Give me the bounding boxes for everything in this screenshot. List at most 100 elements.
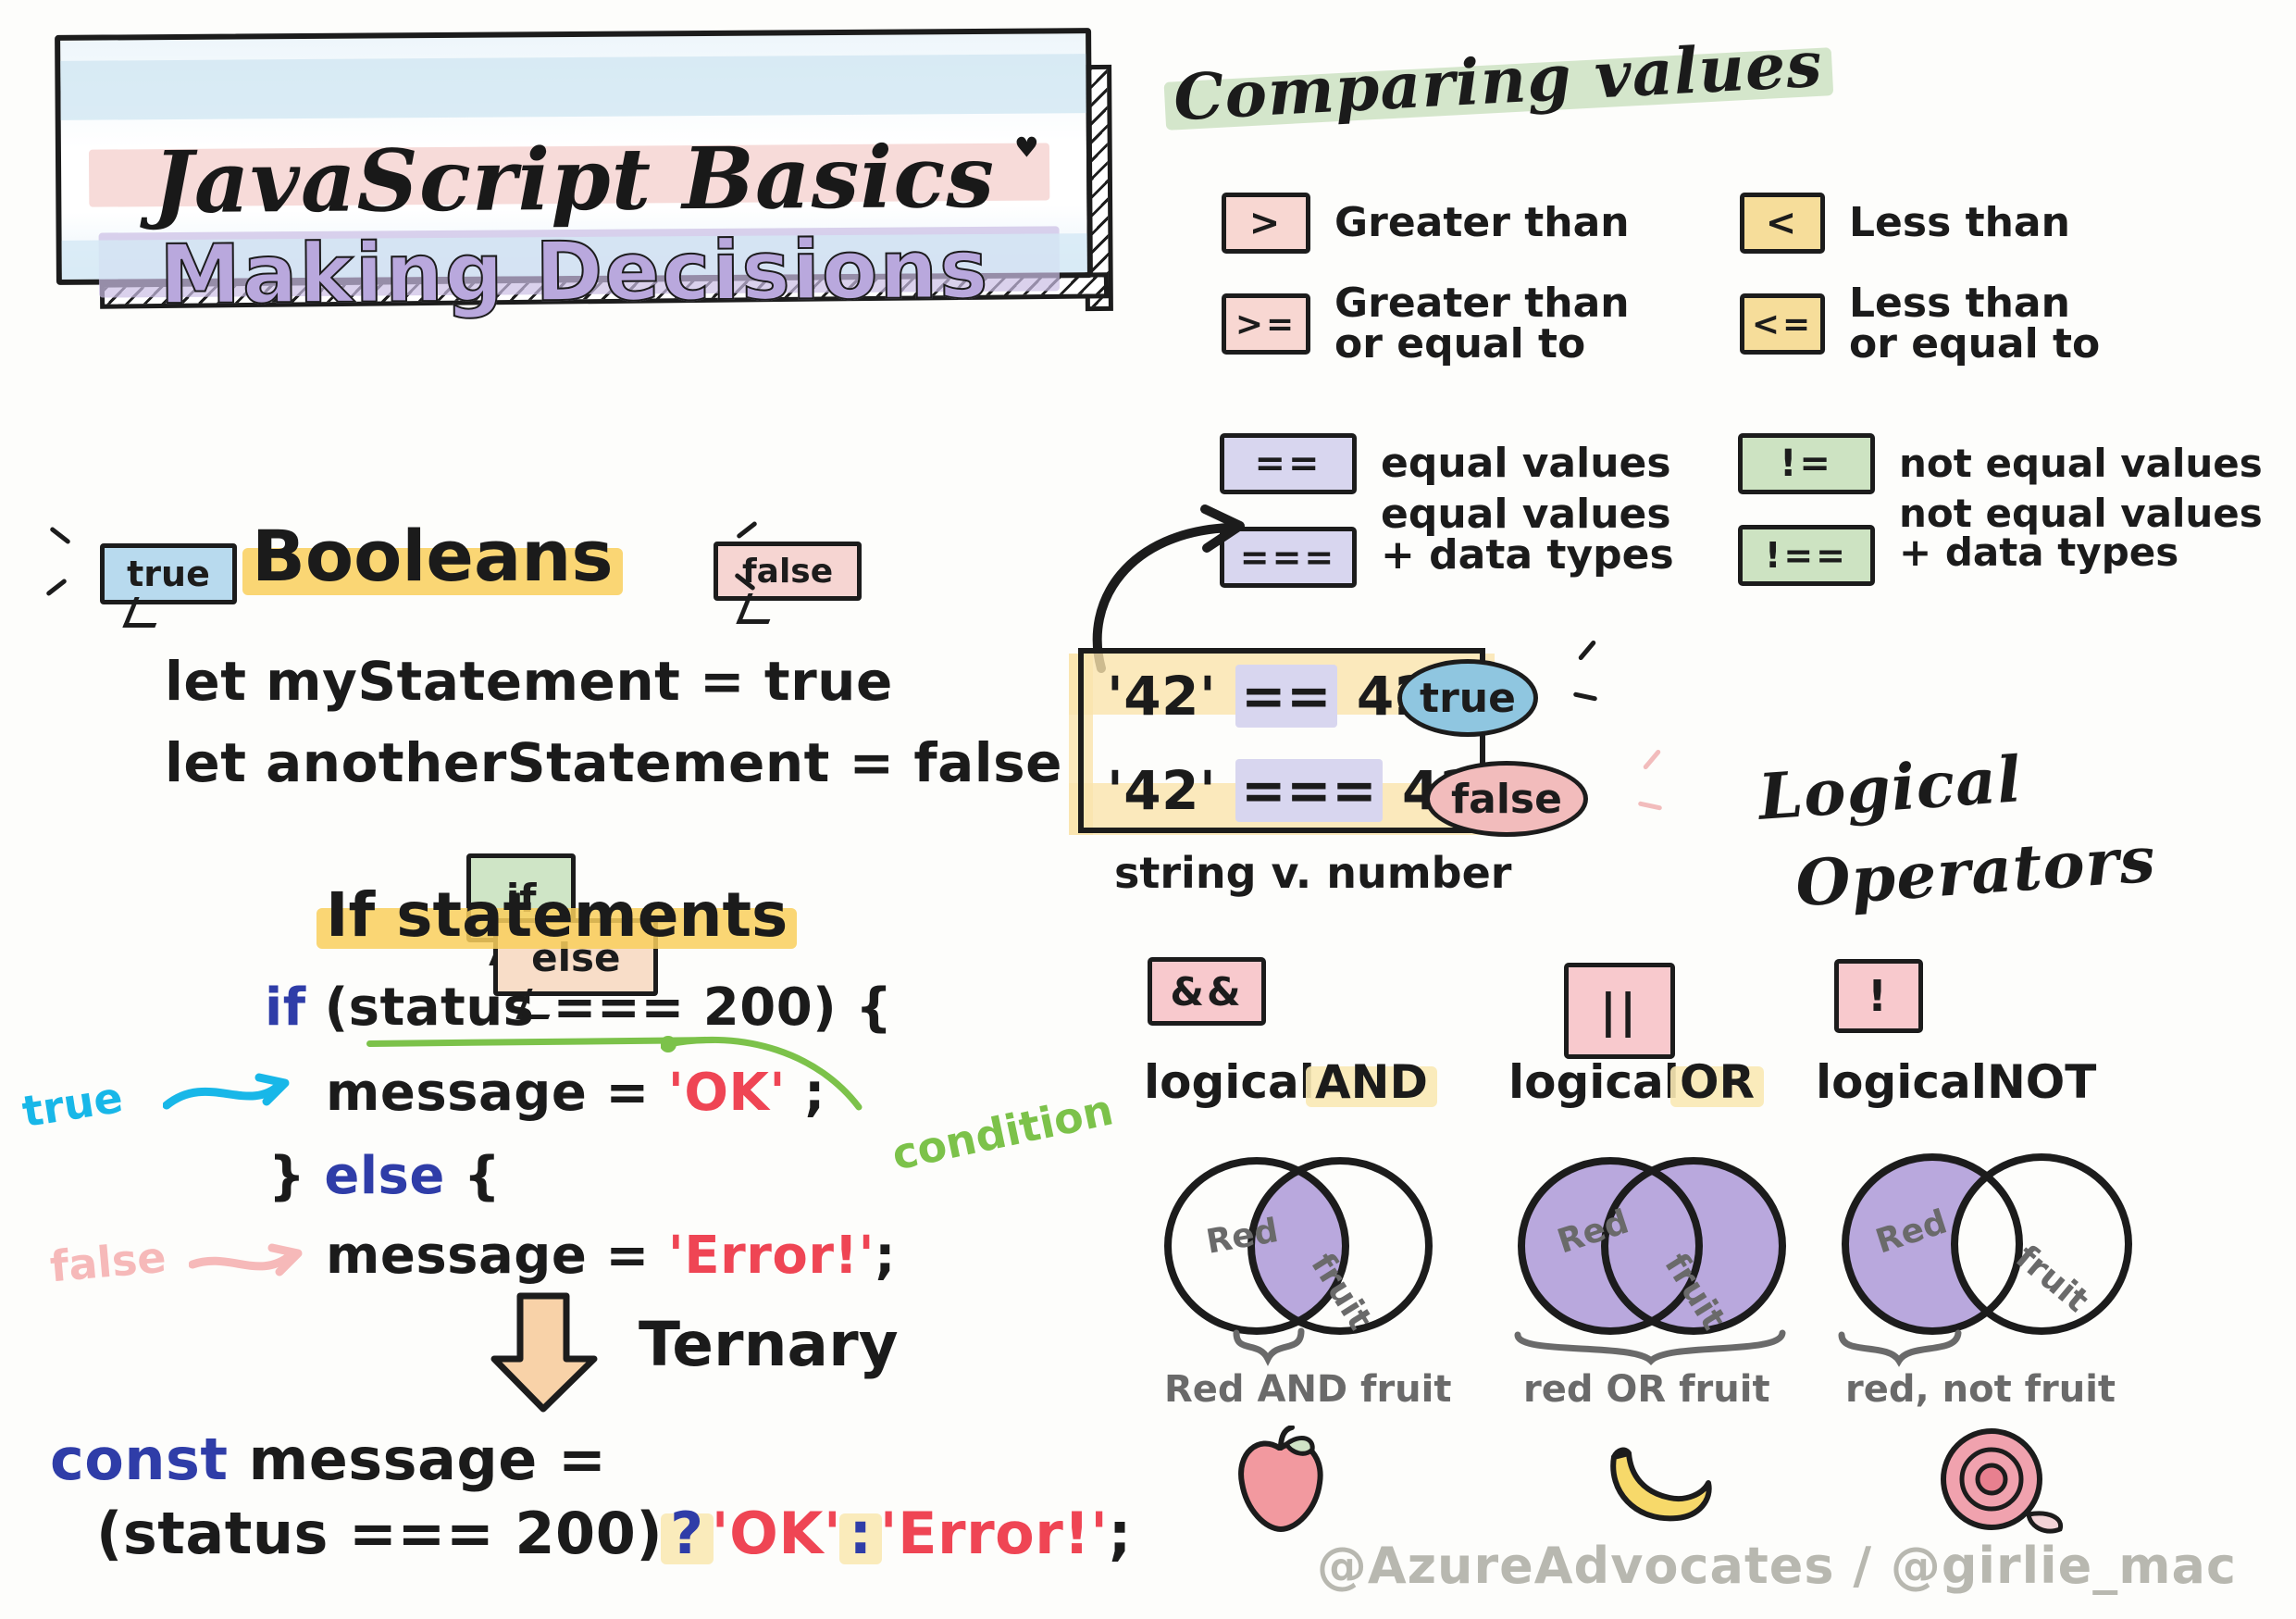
comparison-row-less-than: < Less than — [1740, 193, 2070, 254]
comparing-values-heading: Comparing values — [1172, 28, 1824, 136]
operator-symbol: || — [1599, 984, 1640, 1038]
svg-text:fruit: fruit — [2008, 1238, 2095, 1319]
operator-symbol: ! — [1868, 971, 1890, 1021]
bubble-false-label: false — [742, 552, 834, 591]
venn-or-caption: red OR fruit — [1523, 1368, 1770, 1411]
ternary-error-string: 'Error!' — [879, 1500, 1109, 1567]
operator-symbol: >= — [1235, 305, 1297, 343]
operator-label-line1: equal values — [1381, 439, 1671, 487]
operator-label-line1: Greater than — [1334, 198, 1630, 246]
logical-or-label-emphasis: OR — [1679, 1055, 1755, 1109]
page-title-script: JavaScript Basics — [152, 126, 996, 233]
sketchnote-canvas: JavaScript Basics ♥ Making Decisions tru… — [0, 0, 2296, 1619]
operator-label: not equal values + data types — [1899, 494, 2263, 572]
annotation-false: false — [47, 1231, 168, 1292]
bubble-true: true — [100, 542, 237, 604]
operator-symbol: == — [1254, 442, 1322, 485]
operator-symbol: <= — [1751, 305, 1814, 343]
ternary-colon: : — [849, 1500, 873, 1567]
logical-not-label: logicalNOT — [1816, 1055, 2096, 1109]
true-arrow-icon — [163, 1073, 290, 1110]
if-keyword: if — [265, 978, 306, 1038]
bubble-true-label: true — [127, 553, 210, 594]
booleans-heading: Booleans — [242, 515, 623, 597]
operator-label: Greater than — [1334, 198, 1630, 246]
title-card: JavaScript Basics ♥ Making Decisions — [55, 28, 1093, 323]
logical-operators-heading-line1: Logical — [1756, 742, 2025, 835]
operator-chip-greater-equal: >= — [1222, 293, 1310, 355]
operator-label: Greater than or equal to — [1334, 283, 1630, 365]
heart-icon: ♥ — [1013, 131, 1039, 165]
page-title-block: Making Decisions — [62, 220, 1088, 323]
venn-not-caption: red, not fruit — [1845, 1368, 2116, 1411]
boolean-code-line-2: let anotherStatement = false — [165, 731, 1062, 794]
operator-label-line2: or equal to — [1334, 320, 1586, 367]
operator-chip-less-equal: <= — [1740, 293, 1825, 355]
example-line1-operator: == — [1240, 665, 1333, 728]
else-keyword: else — [324, 1146, 445, 1206]
if-statements-heading: If statements — [316, 879, 798, 951]
logical-and-label-plain: logical — [1144, 1055, 1315, 1109]
operator-symbol: && — [1170, 968, 1244, 1015]
else-brace-open: } — [268, 1146, 306, 1206]
venn-or-icon: Red fruit — [1518, 1157, 1786, 1337]
result-pill-false: false — [1425, 761, 1588, 837]
operator-chip-loose-equal: == — [1220, 433, 1357, 494]
result-pill-false-label: false — [1451, 775, 1562, 823]
operator-label: equal values — [1381, 442, 1671, 485]
booleans-heading-text: Booleans — [252, 515, 614, 597]
logical-or-label-plain: logical — [1508, 1055, 1680, 1109]
operator-label: Less than or equal to — [1849, 283, 2100, 365]
result-pill-true: true — [1397, 659, 1538, 737]
logical-not-label-emphasis: NOT — [1986, 1055, 2097, 1109]
apple-icon — [1238, 1426, 1323, 1533]
operator-chip-greater-than: > — [1222, 193, 1310, 254]
comparison-row-greater-than: > Greater than — [1222, 193, 1630, 254]
else-brace-close: { — [463, 1146, 502, 1206]
logical-or-label: logicalOR — [1508, 1055, 1764, 1109]
operator-chip-strict-not-equal: !== — [1738, 525, 1875, 586]
ternary-code-line-2: (status === 200)? 'OK': 'Error!'; — [96, 1500, 1132, 1567]
condition-pointer-icon — [661, 1036, 863, 1111]
else-error-string: 'Error!' — [667, 1226, 875, 1286]
operator-label-line2: + data types — [1381, 531, 1674, 579]
boolean-code-line-1: let myStatement = true — [165, 650, 893, 713]
operator-symbol: > — [1248, 202, 1284, 244]
comparison-row-loose-equal: == equal values — [1220, 433, 1671, 494]
operator-symbol: !== — [1764, 535, 1848, 576]
comparison-row-strict-equal: === equal values + data types — [1220, 494, 1674, 598]
operator-chip-or: || — [1564, 963, 1675, 1059]
operator-label-line2: + data types — [1899, 529, 2179, 575]
title-band-blue — [60, 54, 1086, 120]
banana-icon — [1610, 1447, 1712, 1522]
down-arrow-icon — [490, 1292, 598, 1413]
example-line-2: '42' === 42 — [1107, 759, 1478, 822]
comparison-row-not-equal: != not equal values — [1738, 433, 2263, 494]
if-code-line-3: } else { — [268, 1146, 501, 1206]
operator-label-line2: or equal to — [1849, 320, 2101, 367]
if-statements-heading-text: If statements — [326, 879, 788, 951]
if-assign-text: message = — [326, 1063, 668, 1123]
example-line1-left: '42' — [1107, 665, 1217, 728]
operator-chip-less-than: < — [1740, 193, 1825, 254]
comparison-row-greater-equal: >= Greater than or equal to — [1222, 283, 1630, 365]
venn-not-icon: Red fruit — [1842, 1153, 2132, 1335]
ternary-condition: (status === 200) — [96, 1500, 664, 1567]
ternary-semicolon: ; — [1108, 1500, 1132, 1567]
operator-label-line1: not equal values — [1899, 440, 2263, 486]
annotation-true: true — [19, 1071, 127, 1138]
example-line2-operator: === — [1240, 759, 1378, 822]
comparing-values-heading-text: Comparing values — [1172, 27, 1825, 136]
brace-not-icon — [1838, 1329, 1962, 1367]
example-line-1: '42' == 42 — [1107, 665, 1433, 728]
operator-chip-not-equal: != — [1738, 433, 1875, 494]
logical-and-label: logicalAND — [1144, 1055, 1438, 1109]
example-line2-left: '42' — [1107, 759, 1217, 822]
logical-not-label-plain: logical — [1816, 1055, 1987, 1109]
venn-and-caption: Red AND fruit — [1164, 1368, 1452, 1411]
bubble-false: false — [714, 542, 863, 601]
brace-or-icon — [1514, 1329, 1786, 1365]
ternary-code-line-1: const message = — [50, 1426, 606, 1493]
logical-operators-heading-line2: Operators — [1793, 822, 2159, 922]
if-code-line-4: message = 'Error!'; — [326, 1226, 896, 1286]
